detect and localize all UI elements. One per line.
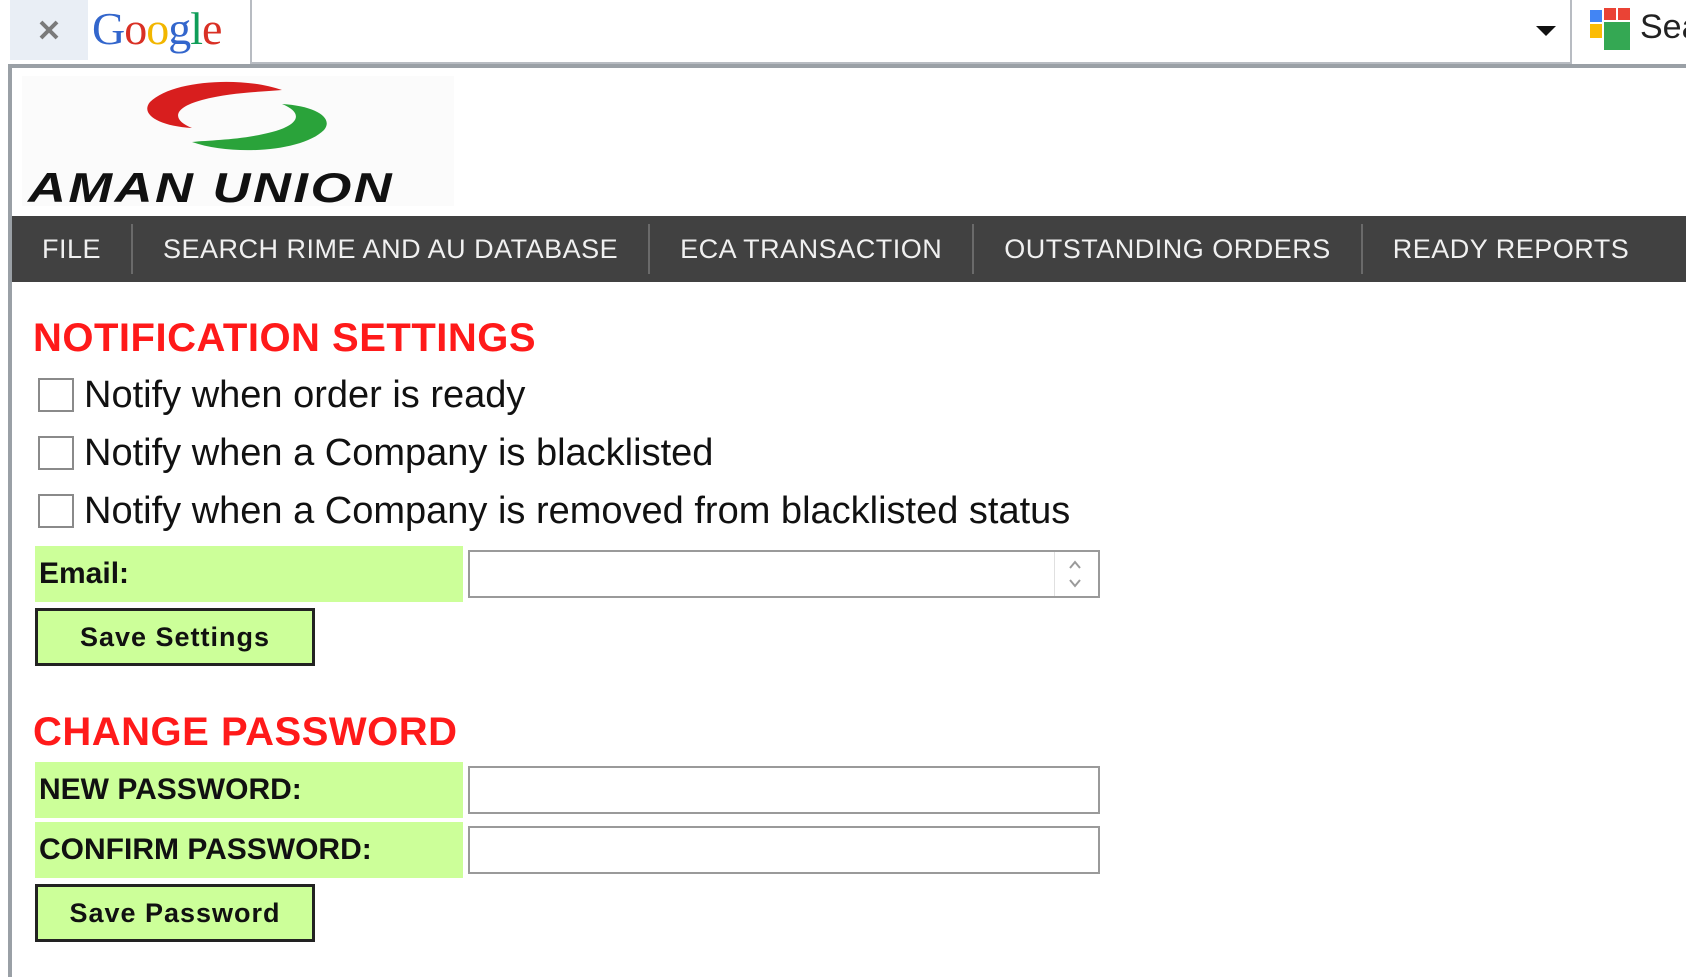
google-search-icon[interactable]	[1586, 6, 1634, 54]
main-nav: FILE SEARCH RIME AND AU DATABASE ECA TRA…	[12, 216, 1686, 282]
google-logo-letter: e	[202, 2, 222, 54]
spinner-arrows-icon	[1068, 560, 1081, 588]
option-company-blacklisted[interactable]: Notify when a Company is blacklisted	[38, 428, 713, 478]
company-blacklisted-checkbox[interactable]	[38, 436, 74, 470]
new-password-input[interactable]	[468, 766, 1100, 814]
nav-file[interactable]: FILE	[12, 216, 131, 282]
save-settings-button[interactable]: Save Settings	[35, 608, 315, 666]
chevron-down-icon	[1536, 26, 1556, 36]
google-logo-letter: g	[168, 2, 191, 54]
notification-settings-title: NOTIFICATION SETTINGS	[33, 316, 537, 360]
nav-search-database[interactable]: SEARCH RIME AND AU DATABASE	[133, 216, 648, 282]
window-left-border	[8, 64, 12, 977]
google-logo-letter: G	[92, 2, 125, 54]
option-label: Notify when a Company is blacklisted	[84, 431, 714, 474]
close-icon	[39, 20, 59, 40]
confirm-password-input[interactable]	[468, 826, 1100, 874]
brand-name: AMAN UNION	[28, 164, 395, 211]
brand-logo: AMAN UNION	[22, 76, 454, 211]
change-password-title: CHANGE PASSWORD	[33, 710, 458, 754]
order-ready-checkbox[interactable]	[38, 378, 74, 412]
google-logo-letter: o	[146, 2, 169, 54]
nav-outstanding-orders[interactable]: OUTSTANDING ORDERS	[974, 216, 1361, 282]
option-label: Notify when order is ready	[84, 373, 526, 416]
google-logo: Google	[92, 0, 222, 56]
email-spinner[interactable]	[1054, 552, 1094, 596]
company-removed-checkbox[interactable]	[38, 494, 74, 528]
confirm-password-label: CONFIRM PASSWORD:	[35, 822, 463, 878]
google-toolbar: Google Sea	[0, 0, 1686, 64]
close-toolbar-button[interactable]	[10, 0, 88, 60]
option-label: Notify when a Company is removed from bl…	[84, 489, 1071, 532]
save-password-button[interactable]: Save Password	[35, 884, 315, 942]
google-logo-letter: o	[124, 2, 147, 54]
option-order-ready[interactable]: Notify when order is ready	[38, 370, 525, 420]
nav-eca-transaction[interactable]: ECA TRANSACTION	[650, 216, 972, 282]
new-password-label: NEW PASSWORD:	[35, 762, 463, 818]
search-dropdown-button[interactable]	[1530, 18, 1562, 42]
option-company-removed[interactable]: Notify when a Company is removed from bl…	[38, 486, 1070, 536]
email-input[interactable]	[468, 550, 1100, 598]
nav-ready-reports[interactable]: READY REPORTS	[1363, 216, 1660, 282]
email-label: Email:	[35, 546, 463, 602]
toolbar-divider	[8, 64, 1686, 68]
google-search-input[interactable]	[250, 0, 1572, 64]
search-button-label[interactable]: Sea	[1640, 8, 1686, 47]
google-logo-letter: l	[190, 2, 203, 54]
aman-union-logo-icon	[147, 81, 327, 151]
